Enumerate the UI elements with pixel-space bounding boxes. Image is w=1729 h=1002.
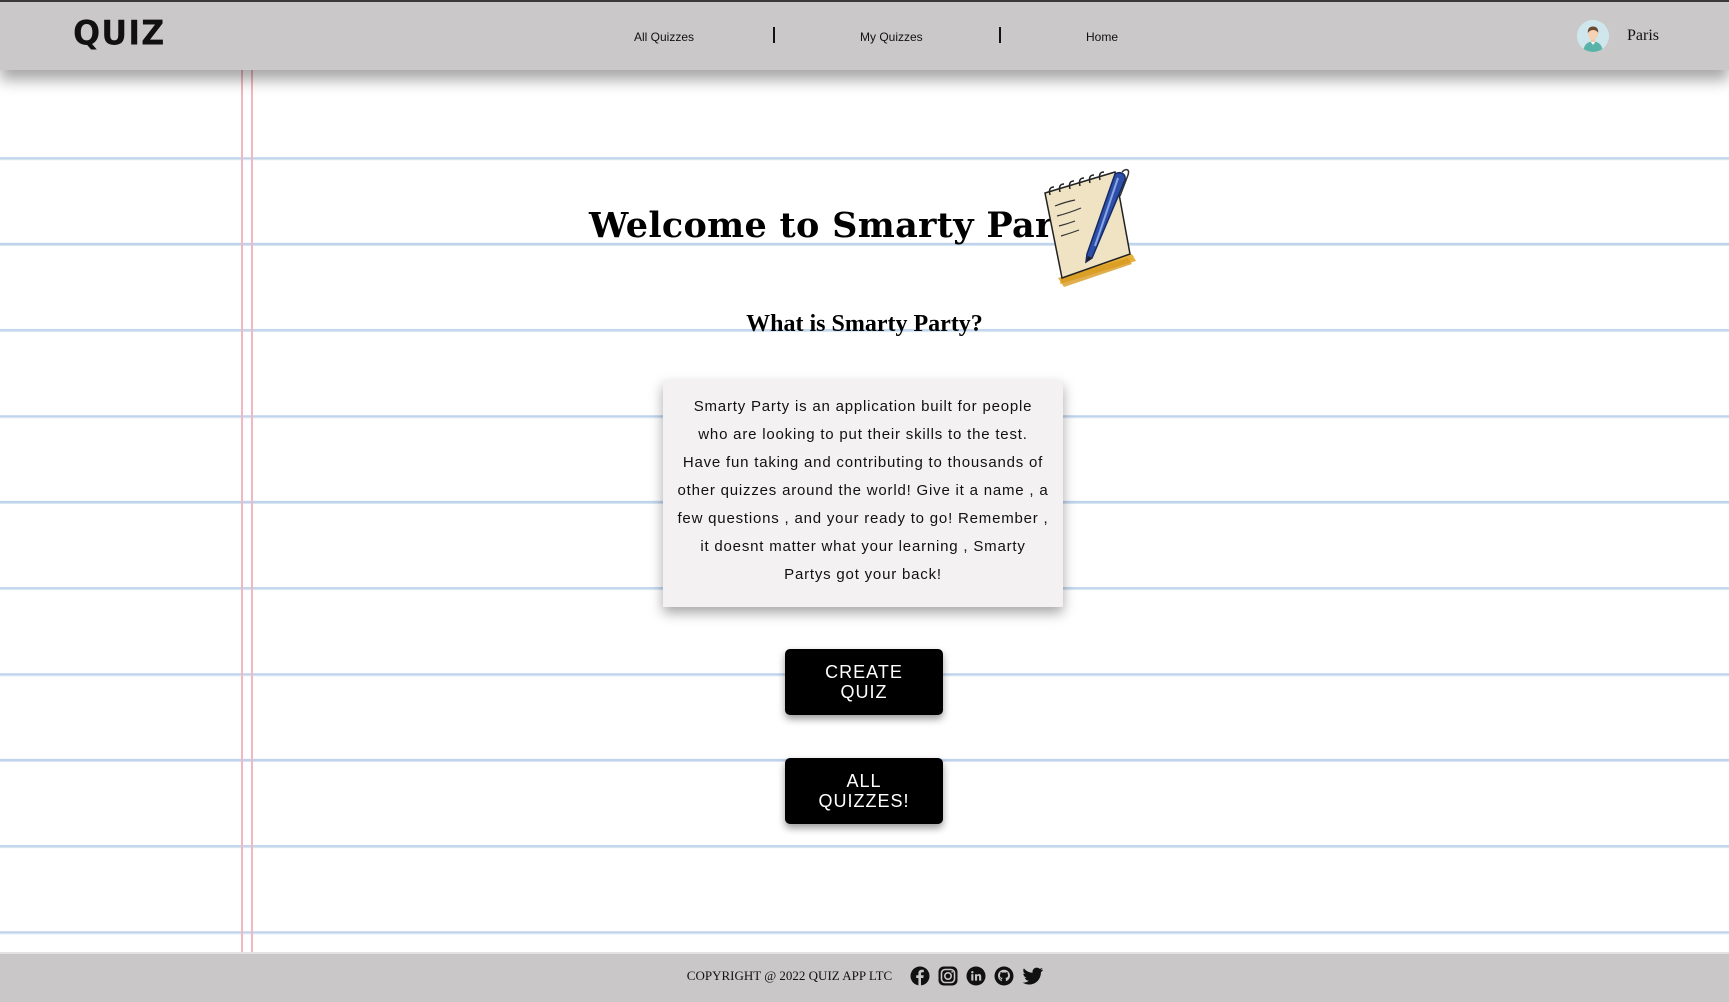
create-quiz-button[interactable]: CREATE QUIZ (785, 649, 943, 715)
nav-link-home[interactable]: Home (1086, 30, 1118, 44)
about-description: Smarty Party is an application built for… (677, 398, 1049, 583)
footer: COPYRIGHT @ 2022 QUIZ APP LTC (0, 952, 1729, 1002)
nav-link-my-quizzes[interactable]: My Quizzes (860, 30, 923, 44)
nav-divider (773, 27, 775, 43)
twitter-icon[interactable] (1022, 966, 1044, 986)
top-navbar: QUIZ All Quizzes My Quizzes Home Paris (0, 0, 1729, 70)
notepad-pen-icon (1040, 166, 1140, 288)
social-links (910, 966, 1044, 986)
main-nav: All Quizzes My Quizzes Home (0, 27, 1729, 50)
facebook-icon[interactable] (910, 966, 930, 986)
all-quizzes-button[interactable]: ALL QUIZZES! (785, 758, 943, 824)
about-card: Smarty Party is an application built for… (663, 380, 1063, 607)
all-quizzes-label: ALL QUIZZES! (818, 771, 910, 811)
nav-divider (999, 27, 1001, 43)
user-menu[interactable]: Paris (1577, 20, 1659, 52)
copyright-text: COPYRIGHT @ 2022 QUIZ APP LTC (686, 968, 893, 983)
paper-margin-line (241, 70, 253, 952)
instagram-icon[interactable] (938, 966, 958, 986)
user-name[interactable]: Paris (1627, 27, 1659, 45)
github-icon[interactable] (994, 966, 1014, 986)
page-title: Welcome to Smarty Party (589, 205, 1091, 246)
linkedin-icon[interactable] (966, 966, 986, 986)
create-quiz-label: CREATE QUIZ (825, 662, 903, 702)
user-avatar-icon[interactable] (1577, 20, 1609, 52)
notebook-paper-background: Welcome to Smarty Party What is Smarty P… (0, 70, 1729, 952)
nav-link-all-quizzes[interactable]: All Quizzes (634, 30, 694, 44)
section-heading: What is Smarty Party? (746, 311, 983, 337)
